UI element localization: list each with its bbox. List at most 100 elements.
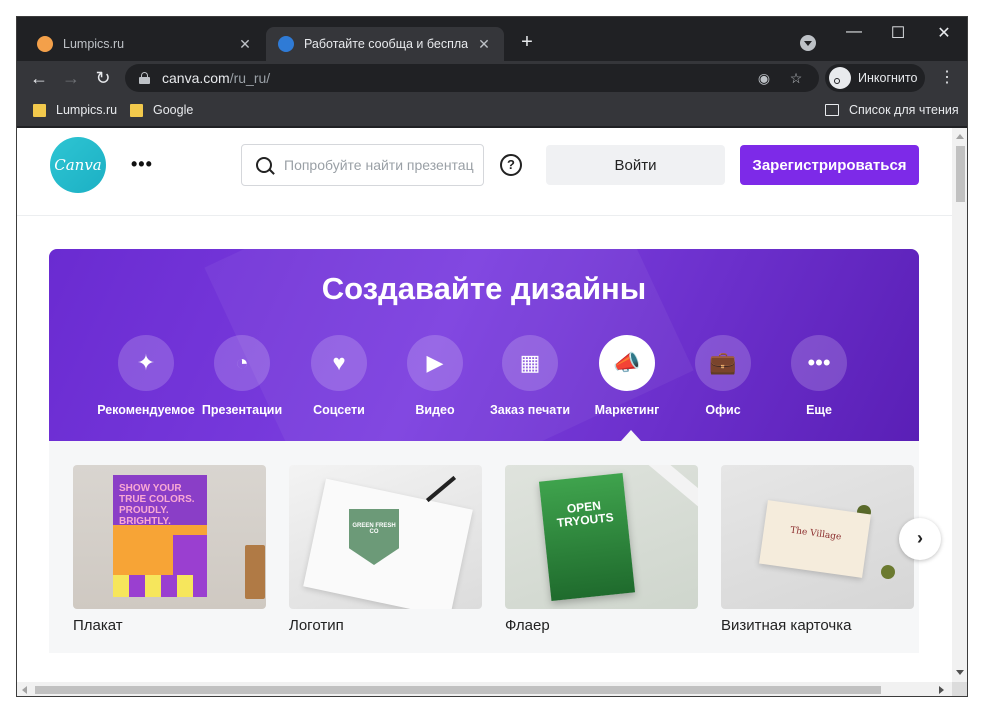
hero-title: Создавайте дизайны: [321, 271, 647, 306]
vertical-scrollbar[interactable]: [952, 128, 967, 682]
category-label: Рекомендуемое: [97, 403, 195, 417]
incognito-badge[interactable]: Инкогнито: [825, 64, 925, 92]
category-print[interactable]: ▦ Заказ печати: [480, 335, 580, 417]
card-label: Плакат: [73, 617, 123, 634]
category-label: Еще: [806, 403, 832, 417]
category-office[interactable]: 💼 Офис: [673, 335, 773, 417]
search-box[interactable]: [241, 144, 484, 186]
megaphone-icon: 📣: [599, 335, 655, 391]
url-path: /ru_ru/: [229, 70, 271, 86]
next-arrow-button[interactable]: ›: [899, 518, 941, 560]
category-label: Маркетинг: [594, 403, 660, 417]
reading-list-label: Список для чтения: [849, 103, 959, 117]
poster-thumbnail: SHOW YOUR TRUE COLORS. PROUDLY. BRIGHTLY…: [73, 465, 266, 609]
print-icon: ▦: [502, 335, 558, 391]
card-logo[interactable]: GREEN FRESH CO Логотип: [289, 465, 482, 634]
card-flyer[interactable]: OPEN TRYOUTS Флаер: [505, 465, 698, 634]
address-bar[interactable]: canva.com/ru_ru/ ◉ ☆: [125, 64, 819, 92]
bookmark-google[interactable]: Google: [130, 103, 193, 117]
design-cards-panel: SHOW YOUR TRUE COLORS. PROUDLY. BRIGHTLY…: [49, 441, 919, 653]
category-marketing[interactable]: 📣 Маркетинг: [577, 335, 677, 417]
reload-icon[interactable]: ↻: [91, 66, 115, 90]
category-video[interactable]: ▶ Видео: [385, 335, 485, 417]
card-business-card[interactable]: The Village Визитная карточка: [721, 465, 914, 634]
scroll-left-icon[interactable]: [22, 686, 27, 694]
maximize-button[interactable]: ☐: [883, 23, 913, 43]
category-label: Презентации: [201, 403, 283, 417]
category-label: Видео: [415, 403, 455, 417]
browser-window: Lumpics.ru ✕ Работайте сообща и бесплатн…: [16, 16, 968, 697]
bookmark-label: Google: [153, 103, 194, 117]
browser-toolbar: ← → ↻ canva.com/ru_ru/ ◉ ☆ Инкогнито ⋮: [17, 61, 967, 95]
scroll-up-icon[interactable]: [956, 134, 964, 139]
sparkle-icon: ✦: [118, 335, 174, 391]
tab-search-icon[interactable]: [800, 35, 816, 51]
login-button[interactable]: Войти: [546, 145, 725, 185]
scroll-right-icon[interactable]: [939, 686, 944, 694]
bookmark-label: Lumpics.ru: [56, 103, 118, 117]
url-host: canva.com: [162, 70, 230, 86]
tab-lumpics[interactable]: Lumpics.ru ✕: [25, 27, 265, 61]
presentation-icon: ◔: [214, 335, 270, 391]
category-social[interactable]: ♥ Соцсети: [289, 335, 389, 417]
new-tab-button[interactable]: +: [515, 31, 539, 54]
lumpics-favicon-icon: [37, 36, 53, 52]
active-category-pointer: [621, 430, 641, 441]
horizontal-scrollbar[interactable]: [17, 682, 952, 696]
ruler: [639, 465, 698, 510]
canva-favicon-icon: [278, 36, 294, 52]
bookmarks-bar: Lumpics.ru Google Список для чтения: [17, 95, 967, 127]
incognito-icon: [829, 67, 851, 89]
lock-icon: [139, 72, 150, 84]
tab-title: Работайте сообща и бесплатно: [304, 37, 468, 51]
bookmark-lumpics[interactable]: Lumpics.ru: [33, 103, 117, 117]
close-window-button[interactable]: ✕: [929, 23, 959, 43]
card-label: Визитная карточка: [721, 617, 852, 634]
search-icon: [256, 157, 272, 173]
scrollbar-corner: [952, 682, 967, 696]
video-camera-icon: ▶: [407, 335, 463, 391]
more-menu-icon[interactable]: •••: [131, 154, 153, 175]
tracking-blocked-eye-icon[interactable]: ◉: [755, 69, 773, 87]
close-tab-icon[interactable]: ✕: [476, 36, 492, 53]
category-more[interactable]: ••• Еще: [769, 335, 869, 417]
tab-title: Lumpics.ru: [63, 37, 125, 51]
minimize-button[interactable]: —: [839, 23, 869, 41]
pen: [425, 475, 457, 503]
tab-canva[interactable]: Работайте сообща и бесплатно ✕: [266, 27, 504, 61]
search-input[interactable]: [284, 157, 474, 173]
back-arrow-icon[interactable]: ←: [27, 66, 51, 90]
business-card-thumbnail: The Village: [721, 465, 914, 609]
briefcase-icon: 💼: [695, 335, 751, 391]
hero-banner: Создавайте дизайны ✦ Рекомендуемое ◔ Пре…: [49, 249, 919, 441]
business-card-art-text: The Village: [759, 500, 871, 578]
category-presentations[interactable]: ◔ Презентации: [192, 335, 292, 417]
reading-list-button[interactable]: Список для чтения: [825, 103, 959, 117]
flyer-art-text: OPEN TRYOUTS: [538, 472, 636, 602]
scroll-down-icon[interactable]: [956, 670, 964, 675]
more-icon: •••: [791, 335, 847, 391]
help-icon[interactable]: ?: [500, 154, 522, 176]
category-recommended[interactable]: ✦ Рекомендуемое: [96, 335, 196, 417]
flyer-thumbnail: OPEN TRYOUTS: [505, 465, 698, 609]
vertical-scroll-thumb[interactable]: [956, 146, 965, 202]
canva-logo[interactable]: Canva: [50, 137, 106, 193]
category-label: Заказ печати: [489, 403, 571, 417]
bookmark-star-icon[interactable]: ☆: [787, 69, 805, 87]
incognito-label: Инкогнито: [858, 71, 918, 85]
forward-arrow-icon[interactable]: →: [59, 66, 83, 90]
folder-icon: [130, 103, 143, 117]
card-label: Флаер: [505, 617, 550, 634]
signup-button[interactable]: Зарегистрироваться: [740, 145, 919, 185]
category-label: Офис: [705, 403, 741, 417]
pencil-cup: [245, 545, 265, 599]
card-poster[interactable]: SHOW YOUR TRUE COLORS. PROUDLY. BRIGHTLY…: [73, 465, 266, 634]
browser-menu-icon[interactable]: ⋮: [939, 68, 955, 88]
logo-thumbnail: GREEN FRESH CO: [289, 465, 482, 609]
reading-list-icon: [825, 104, 839, 116]
close-tab-icon[interactable]: ✕: [237, 36, 253, 53]
page-viewport: Canva ••• ? Войти Зарегистрироваться Соз…: [17, 128, 952, 682]
header-divider: [17, 215, 952, 216]
tab-strip: Lumpics.ru ✕ Работайте сообща и бесплатн…: [17, 17, 967, 61]
horizontal-scroll-thumb[interactable]: [35, 686, 881, 694]
